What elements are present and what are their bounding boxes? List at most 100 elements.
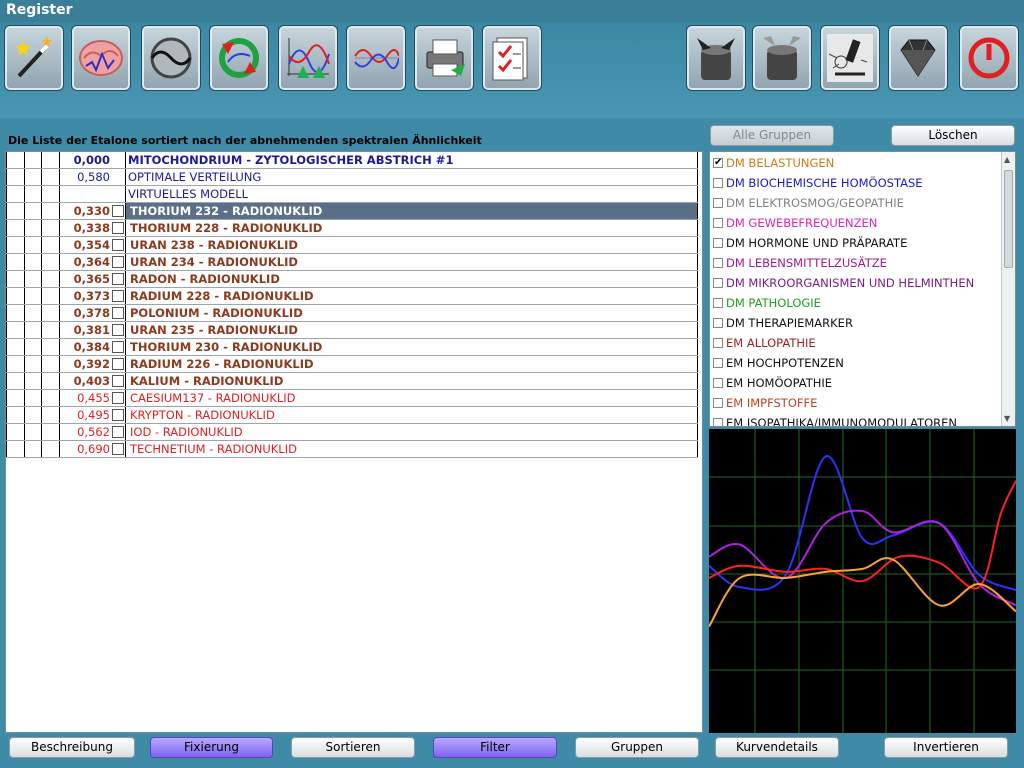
group-checkbox[interactable]: ✔ [713,158,723,168]
list-row[interactable]: 0,403 KALIUM - RADIONUKLID [6,373,698,390]
scroll-down-icon[interactable]: ▼ [1004,414,1010,423]
sortieren-button[interactable]: Sortieren [291,737,415,758]
row-checkbox[interactable] [112,324,124,336]
row-checkbox[interactable] [112,205,124,217]
row-divider [125,441,126,457]
funnel-up-button[interactable] [752,25,812,91]
row-checkbox[interactable] [112,307,124,319]
group-checkbox[interactable] [713,418,723,426]
list-row[interactable]: 0,378 POLONIUM - RADIONUKLID [6,305,698,322]
row-checkbox[interactable] [112,443,124,455]
group-checkbox[interactable] [713,378,723,388]
group-checkbox[interactable] [713,238,723,248]
row-border [697,203,698,219]
group-checkbox[interactable] [713,398,723,408]
scroll-thumb[interactable] [1004,170,1013,268]
loeschen-button[interactable]: Löschen [891,125,1015,146]
group-checkbox[interactable] [713,198,723,208]
group-checkbox[interactable] [713,318,723,328]
microscope-button[interactable] [820,25,880,91]
row-value: 0,384 [73,340,110,354]
row-checkbox[interactable] [112,256,124,268]
row-checkbox[interactable] [112,222,124,234]
row-cell [6,339,25,355]
kurvendetails-button[interactable]: Kurvendetails [715,737,839,758]
row-checkbox[interactable] [112,239,124,251]
row-cell [25,339,42,355]
diamond-button[interactable] [888,25,948,91]
group-scrollbar[interactable]: ▲ ▼ [1001,152,1015,426]
list-row[interactable]: 0,580 OPTIMALE VERTEILUNG [6,169,698,186]
row-border [697,424,698,440]
row-checkbox[interactable] [112,273,124,285]
list-row[interactable]: 0,690 TECHNETIUM - RADIONUKLID [6,441,698,458]
window-title: Register [0,0,1024,22]
row-checkbox[interactable] [112,426,124,438]
checklist-button[interactable] [482,25,542,91]
group-checkbox[interactable] [713,178,723,188]
row-checkbox[interactable] [112,341,124,353]
list-row[interactable]: 0,381 URAN 235 - RADIONUKLID [6,322,698,339]
row-name: THORIUM 228 - RADIONUKLID [130,221,323,235]
row-divider [125,254,126,270]
group-checkbox[interactable] [713,258,723,268]
row-cell [6,305,25,321]
row-checkbox[interactable] [112,392,124,404]
row-cell [42,322,60,338]
alle-gruppen-button[interactable]: Alle Gruppen [710,125,834,146]
group-checkbox[interactable] [713,218,723,228]
list-row[interactable]: 0,000 MITOCHONDRIUM - ZYTOLOGISCHER ABSTR… [6,152,698,169]
group-checkbox[interactable] [713,338,723,348]
row-name: CAESIUM137 - RADIONUKLID [130,391,296,405]
list-row[interactable]: 0,455 CAESIUM137 - RADIONUKLID [6,390,698,407]
list-row[interactable]: 0,338 THORIUM 228 - RADIONUKLID [6,220,698,237]
list-row[interactable]: 0,373 RADIUM 228 - RADIONUKLID [6,288,698,305]
group-checkbox[interactable] [713,358,723,368]
group-checkbox[interactable] [713,278,723,288]
row-value: 0,403 [73,374,110,388]
row-checkbox[interactable] [112,375,124,387]
group-label: DM MIKROORGANISMEN UND HELMINTHEN [726,276,975,290]
wave-graph-button[interactable] [346,25,406,91]
row-cell [42,271,60,287]
gruppen-button[interactable]: Gruppen [575,737,699,758]
row-divider [125,373,126,389]
funnel-down-button[interactable] [686,25,746,91]
row-cell [6,390,25,406]
list-row[interactable]: VIRTUELLES MODELL [6,186,698,203]
list-row[interactable]: 0,364 URAN 234 - RADIONUKLID [6,254,698,271]
list-row[interactable]: 0,392 RADIUM 226 - RADIONUKLID [6,356,698,373]
row-cell [42,424,60,440]
graph-up-button[interactable] [278,25,338,91]
list-row[interactable]: 0,562 IOD - RADIONUKLID [6,424,698,441]
list-row[interactable]: 0,330 THORIUM 232 - RADIONUKLID [6,203,698,220]
scroll-up-icon[interactable]: ▲ [1004,155,1010,164]
row-cell [25,305,42,321]
beschreibung-button[interactable]: Beschreibung [9,737,135,758]
row-name: URAN 238 - RADIONUKLID [130,238,298,252]
cycle-arrows-button[interactable] [209,25,269,91]
list-row[interactable]: 0,384 THORIUM 230 - RADIONUKLID [6,339,698,356]
list-row[interactable]: 0,365 RADON - RADIONUKLID [6,271,698,288]
brain-button[interactable] [71,25,131,91]
invertieren-button[interactable]: Invertieren [884,737,1008,758]
list-row[interactable]: 0,354 URAN 238 - RADIONUKLID [6,237,698,254]
row-value: 0,690 [77,442,110,456]
group-checkbox[interactable] [713,298,723,308]
wave-compare-button[interactable] [141,25,201,91]
row-checkbox[interactable] [112,358,124,370]
fixierung-button[interactable]: Fixierung [150,737,273,758]
printer-button[interactable] [414,25,474,91]
row-checkbox[interactable] [112,290,124,302]
filter-button[interactable]: Filter [433,737,557,758]
magic-wand-button[interactable] [4,25,64,91]
row-border [697,169,698,185]
row-border [697,254,698,270]
row-checkbox[interactable] [112,409,124,421]
power-button[interactable] [959,25,1019,91]
row-value: 0,378 [73,306,110,320]
row-cell [42,407,60,423]
row-name: POLONIUM - RADIONUKLID [130,306,303,320]
list-row[interactable]: 0,495 KRYPTON - RADIONUKLID [6,407,698,424]
row-cell [6,288,25,304]
